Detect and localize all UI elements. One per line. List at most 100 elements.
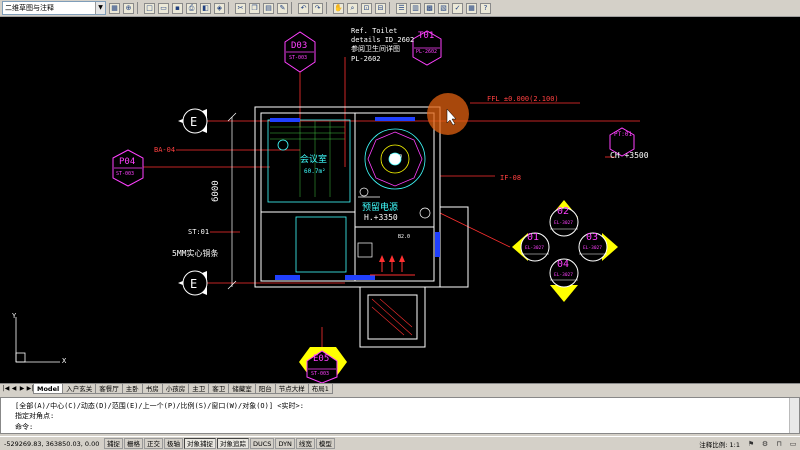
tab-guest-bath[interactable]: 客卫 [208,384,230,394]
elev-marker-left: 01 [527,232,540,243]
standard-toolbar: 二维草图与注释 ▼ ▦ ⊕ □ ▭ ▪ ⎙ ◧ ◈ ✂ ❐ ▤ ✎ ↶ ↷ ✋ … [0,0,800,17]
lineweight-toggle[interactable]: 线宽 [295,438,315,449]
workspace-value: 二维草图与注释 [5,4,54,12]
tag-p04-ref: ST-003 [116,171,135,177]
command-window[interactable]: [全部(A)/中心(C)/动态(D)/范围(E)/上一个(P)/比例(S)/窗口… [0,397,800,434]
polar-toggle[interactable]: 极轴 [164,438,183,449]
save-icon[interactable]: ▪ [172,2,183,14]
annotation-scale[interactable]: 注释比例: 1:1 [699,439,740,449]
tab-master-bedroom[interactable]: 主卧 [121,384,143,394]
drawing-canvas[interactable]: E E D03 ST-003 T01 PL-2602 P04 ST-003 E0… [0,17,800,383]
tag-p04-code: P04 [119,157,136,167]
tag-p04-shape [112,149,144,187]
ref-note-1: Ref. Toilet [351,27,398,35]
ref-note-3: 参阅卫生间详图 [351,45,400,53]
elev-marker-right: 03 [586,232,599,243]
tab-entry[interactable]: 入户玄关 [62,384,97,394]
tab-master-bath[interactable]: 主卫 [188,384,210,394]
command-prompt[interactable]: 命令: [15,422,33,432]
workspace-switch-icon[interactable]: ⚙ [760,439,770,449]
zoom-icon[interactable]: ⊕ [123,2,134,14]
tab-details[interactable]: 节点大样 [274,384,309,394]
clean-screen-icon[interactable]: ▭ [788,439,798,449]
chevron-down-icon: ▼ [95,2,105,14]
print-icon[interactable]: ⎙ [186,2,197,14]
room-name: 会议室 [300,155,328,165]
osnap-toggle[interactable]: 对象捕捉 [184,438,216,449]
st-label: ST:01 [188,228,210,236]
matchprop-icon[interactable]: ✎ [277,2,288,14]
properties-icon[interactable]: ☰ [396,2,407,14]
toolpalette-icon[interactable]: ▩ [424,2,435,14]
tab-storage[interactable]: 储藏室 [228,384,256,394]
ref-note-2: details ID_2602 [351,36,415,44]
ucs-icon [15,317,60,363]
model-toggle[interactable]: 模型 [315,438,335,449]
command-scrollbar[interactable] [789,398,799,433]
tag-e05-ref: ST-003 [311,371,330,377]
lock-icon[interactable]: ⊓ [774,439,784,449]
zoom-prev-icon[interactable]: ⊟ [375,2,386,14]
dyn-toggle[interactable]: DYN [275,438,295,449]
annotation-visibility-icon[interactable]: ⚑ [746,439,756,449]
layout-tabbar: |◀ ◀ ▶ ▶| Model 入户玄关 客餐厅 主卧 书房 小孩房 主卫 客卫… [0,383,800,395]
calc-icon[interactable]: ▦ [466,2,477,14]
tab-first-icon[interactable]: |◀ [2,384,10,394]
markup-icon[interactable]: ✓ [452,2,463,14]
tag-e05-code: E05 [313,354,330,364]
tab-living[interactable]: 客餐厅 [95,384,123,394]
ortho-toggle[interactable]: 正交 [144,438,163,449]
sheetset-icon[interactable]: ▧ [438,2,449,14]
arrowheads [379,255,405,262]
room-area: 60.7m² [304,168,326,175]
grid-toggle[interactable]: 栅格 [124,438,143,449]
power-height: H.+3350 [364,213,398,222]
pan-icon[interactable]: ✋ [333,2,344,14]
help-icon[interactable]: ? [480,2,491,14]
command-history-1: [全部(A)/中心(C)/动态(D)/范围(E)/上一个(P)/比例(S)/窗口… [15,402,304,410]
fixture-label: DA-0 [390,154,403,160]
command-history-2: 指定对角点: [15,412,55,420]
elev-marker-top: 02 [557,206,570,217]
ucs-x-label: X [62,357,67,365]
tab-kids-room[interactable]: 小孩房 [161,384,190,394]
ba-label: BA-04 [154,146,176,154]
tab-layout1[interactable]: 布局1 [307,384,333,394]
coordinate-readout: -529269.83, 363850.03, 0.00 [4,439,100,448]
ffl-label: FFL ±0.000(2.100) [487,95,559,103]
publish-icon[interactable]: ◈ [214,2,225,14]
tab-study[interactable]: 书房 [141,384,163,394]
zoom-realtime-icon[interactable]: ⌕ [347,2,358,14]
dimension-line [227,112,237,290]
section-label-top: E [190,115,198,129]
ucs-y-label: Y [12,312,17,320]
tag-t01-ref: PL-2602 [416,49,438,55]
tag-d03-code: D03 [291,41,308,51]
designcenter-icon[interactable]: ▥ [410,2,421,14]
tab-prev-icon[interactable]: ◀ [10,384,18,394]
otrack-toggle[interactable]: 对象追踪 [217,438,249,449]
undo-icon[interactable]: ↶ [298,2,309,14]
new-icon[interactable]: □ [144,2,155,14]
dimension-text: 6000 [211,180,221,202]
floor-plan-drawing [15,30,640,383]
open-icon[interactable]: ▭ [158,2,169,14]
redo-icon[interactable]: ↷ [312,2,323,14]
zoom-window-icon[interactable]: ⊡ [361,2,372,14]
snap-toggle[interactable]: 捕捉 [104,438,123,449]
copy-icon[interactable]: ❐ [249,2,260,14]
tab-next-icon[interactable]: ▶ [18,384,26,394]
tab-model[interactable]: Model [33,384,64,394]
paste-icon[interactable]: ▤ [263,2,274,14]
ifo-label: IF-08 [500,174,522,182]
elev-ref-right: EL-3027 [583,246,602,251]
preview-icon[interactable]: ◧ [200,2,211,14]
ducs-toggle[interactable]: DUCS [250,438,275,449]
cut-icon[interactable]: ✂ [235,2,246,14]
tag-d03-shape [284,31,316,73]
elev-ref-top: EL-3027 [554,221,573,226]
elev-ref-bottom: EL-3027 [554,273,573,278]
tab-balcony[interactable]: 阳台 [254,384,276,394]
workspace-dropdown[interactable]: 二维草图与注释 ▼ [2,1,106,15]
grid-icon[interactable]: ▦ [109,2,120,14]
